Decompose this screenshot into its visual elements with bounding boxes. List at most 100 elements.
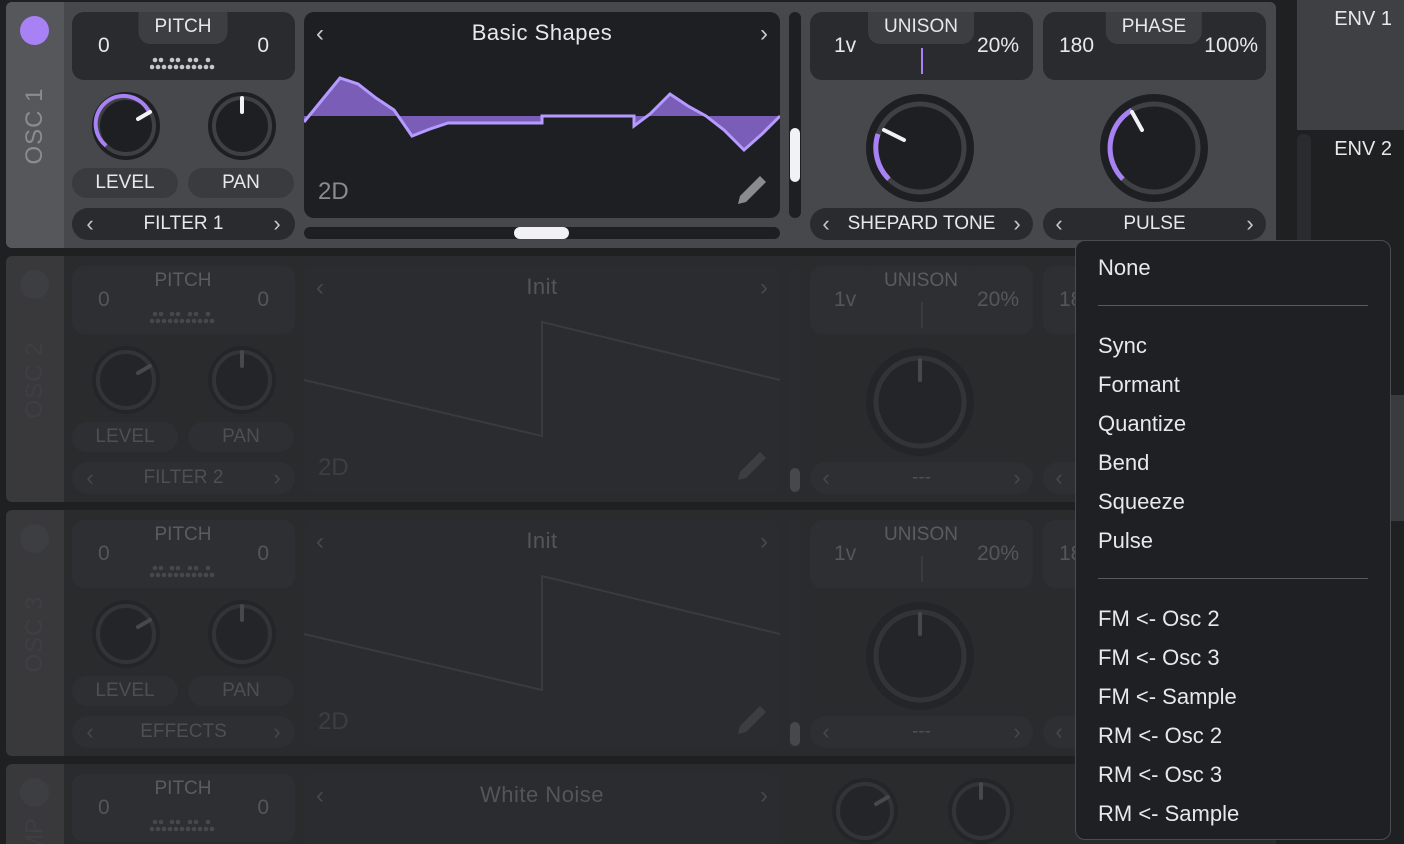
osc1-distortion-label: PULSE xyxy=(1123,213,1186,234)
menu-item-fm-sample[interactable]: FM <- Sample xyxy=(1098,684,1237,710)
osc3-pitch-tune[interactable]: 0 xyxy=(257,542,269,566)
chevron-left-icon[interactable]: ‹ xyxy=(1049,208,1069,240)
chevron-right-icon[interactable]: › xyxy=(1007,208,1027,240)
osc1-panel: OSC 1 PITCH 0 0 LEVEL PAN ‹ FILTER 1 › B… xyxy=(6,2,1276,248)
osc3-dimension-toggle[interactable]: 2D xyxy=(318,708,349,736)
sample-pitch-transpose[interactable]: 0 xyxy=(98,796,110,820)
menu-item-pulse[interactable]: Pulse xyxy=(1098,528,1153,554)
osc1-phase-randomize[interactable]: 100% xyxy=(1204,34,1258,58)
chevron-right-icon[interactable]: › xyxy=(267,716,287,748)
osc3-unison-detune[interactable]: 20% xyxy=(977,542,1019,566)
osc1-unison-box: UNISON 1v 20% xyxy=(810,12,1033,80)
osc1-hscroll[interactable] xyxy=(304,227,780,239)
osc1-pan-knob[interactable] xyxy=(206,90,278,162)
chevron-right-icon[interactable]: › xyxy=(1007,716,1027,748)
menu-item-fm-osc2[interactable]: FM <- Osc 2 xyxy=(1098,606,1220,632)
pencil-icon[interactable] xyxy=(734,702,770,738)
osc1-unison-voices[interactable]: 1v xyxy=(834,34,856,58)
chevron-right-icon[interactable]: › xyxy=(760,782,768,810)
sample-pitch-tune[interactable]: 0 xyxy=(257,796,269,820)
chevron-left-icon[interactable]: ‹ xyxy=(316,782,324,810)
env-scrollbar-thumb[interactable] xyxy=(1390,395,1404,521)
osc1-wavetable-display[interactable]: Basic Shapes ‹ › 2D xyxy=(304,12,780,218)
osc2-filter-selector[interactable]: ‹ FILTER 2 › xyxy=(72,462,295,494)
osc1-phase-value[interactable]: 180 xyxy=(1059,34,1094,58)
osc3-wavetable-display[interactable]: Init ‹ › 2D xyxy=(304,520,780,748)
osc2-frame-slider[interactable] xyxy=(789,266,801,494)
osc3-level-knob[interactable] xyxy=(90,598,162,670)
osc2-dimension-toggle[interactable]: 2D xyxy=(318,454,349,482)
sample-name[interactable]: White Noise xyxy=(304,782,780,808)
menu-item-formant[interactable]: Formant xyxy=(1098,372,1180,398)
osc3-spectral-selector[interactable]: ‹ --- › xyxy=(810,716,1033,748)
sample-power-button[interactable] xyxy=(20,778,49,807)
osc2-unison-detune[interactable]: 20% xyxy=(977,288,1019,312)
osc2-power-button[interactable] xyxy=(20,270,49,299)
osc1-unison-detune[interactable]: 20% xyxy=(977,34,1019,58)
osc2-frame-thumb[interactable] xyxy=(790,468,800,492)
osc1-distortion-selector[interactable]: ‹ PULSE › xyxy=(1043,208,1266,240)
pencil-icon[interactable] xyxy=(734,172,770,208)
chevron-right-icon[interactable]: › xyxy=(1007,462,1027,494)
osc2-filter-label: FILTER 2 xyxy=(143,467,224,488)
osc1-level-knob[interactable] xyxy=(90,90,162,162)
chevron-left-icon[interactable]: ‹ xyxy=(816,208,836,240)
chevron-left-icon[interactable]: ‹ xyxy=(816,716,836,748)
chevron-left-icon[interactable]: ‹ xyxy=(80,208,100,240)
osc1-spectral-amount-knob[interactable] xyxy=(864,92,976,204)
chevron-left-icon[interactable]: ‹ xyxy=(816,462,836,494)
osc2-pan-knob[interactable] xyxy=(206,344,278,416)
osc1-frame-thumb[interactable] xyxy=(790,128,800,182)
chevron-left-icon[interactable]: ‹ xyxy=(80,462,100,494)
menu-separator xyxy=(1098,305,1368,306)
chevron-right-icon[interactable]: › xyxy=(267,208,287,240)
chevron-left-icon[interactable]: ‹ xyxy=(1049,462,1069,494)
sample-level-knob[interactable] xyxy=(830,776,900,844)
pencil-icon[interactable] xyxy=(734,448,770,484)
osc3-power-button[interactable] xyxy=(20,524,49,553)
chevron-left-icon[interactable]: ‹ xyxy=(1049,716,1069,748)
chevron-right-icon[interactable]: › xyxy=(267,462,287,494)
sample-pan-knob[interactable] xyxy=(946,776,1016,844)
env1-tab[interactable]: ENV 1 xyxy=(1297,0,1404,130)
keyboard-icon[interactable] xyxy=(150,818,218,834)
menu-item-squeeze[interactable]: Squeeze xyxy=(1098,489,1185,515)
osc2-spectral-selector[interactable]: ‹ --- › xyxy=(810,462,1033,494)
menu-item-quantize[interactable]: Quantize xyxy=(1098,411,1186,437)
osc3-pan-knob[interactable] xyxy=(206,598,278,670)
osc1-pitch-tune[interactable]: 0 xyxy=(257,34,269,58)
menu-item-rm-osc2[interactable]: RM <- Osc 2 xyxy=(1098,723,1222,749)
sample-display[interactable]: White Noise ‹ › xyxy=(304,774,780,844)
menu-item-sync[interactable]: Sync xyxy=(1098,333,1147,359)
menu-item-rm-sample[interactable]: RM <- Sample xyxy=(1098,801,1239,827)
osc3-frame-thumb[interactable] xyxy=(790,722,800,746)
osc1-hscroll-thumb[interactable] xyxy=(514,227,569,239)
osc1-spectral-selector[interactable]: ‹ SHEPARD TONE › xyxy=(810,208,1033,240)
osc3-frame-slider[interactable] xyxy=(789,520,801,748)
osc3-filter-selector[interactable]: ‹ EFFECTS › xyxy=(72,716,295,748)
keyboard-icon[interactable] xyxy=(150,56,218,72)
osc2-level-knob[interactable] xyxy=(90,344,162,416)
osc2-pitch-tune[interactable]: 0 xyxy=(257,288,269,312)
osc2-wavetable-display[interactable]: Init ‹ › 2D xyxy=(304,266,780,494)
chevron-right-icon[interactable]: › xyxy=(1240,208,1260,240)
osc1-pitch-transpose[interactable]: 0 xyxy=(98,34,110,58)
menu-item-fm-osc3[interactable]: FM <- Osc 3 xyxy=(1098,645,1220,671)
osc3-unison-voices[interactable]: 1v xyxy=(834,542,856,566)
menu-item-bend[interactable]: Bend xyxy=(1098,450,1149,476)
keyboard-icon[interactable] xyxy=(150,564,218,580)
keyboard-icon[interactable] xyxy=(150,310,218,326)
osc1-power-button[interactable] xyxy=(20,16,49,45)
osc1-dimension-toggle[interactable]: 2D xyxy=(318,178,349,206)
osc1-filter-selector[interactable]: ‹ FILTER 1 › xyxy=(72,208,295,240)
osc2-spectral-amount-knob[interactable] xyxy=(864,346,976,458)
osc2-pitch-transpose[interactable]: 0 xyxy=(98,288,110,312)
menu-item-none[interactable]: None xyxy=(1098,255,1151,281)
osc1-distortion-amount-knob[interactable] xyxy=(1098,92,1210,204)
chevron-left-icon[interactable]: ‹ xyxy=(80,716,100,748)
osc1-frame-slider[interactable] xyxy=(789,12,801,218)
osc2-unison-voices[interactable]: 1v xyxy=(834,288,856,312)
menu-item-rm-osc3[interactable]: RM <- Osc 3 xyxy=(1098,762,1222,788)
osc3-spectral-amount-knob[interactable] xyxy=(864,600,976,712)
osc3-pitch-transpose[interactable]: 0 xyxy=(98,542,110,566)
